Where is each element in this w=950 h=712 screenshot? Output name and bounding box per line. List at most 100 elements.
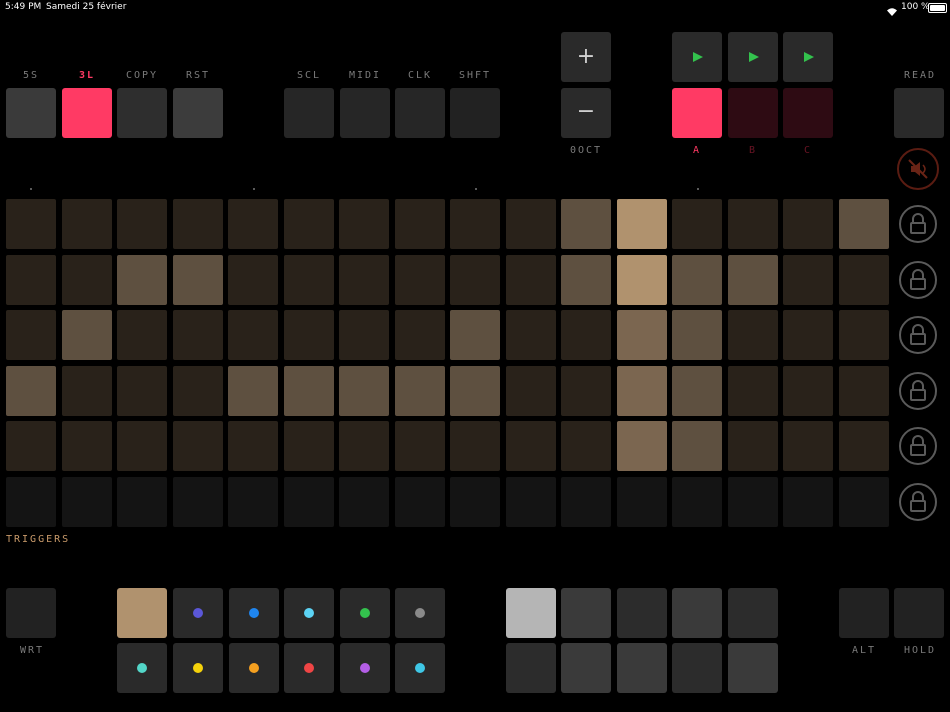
step-cell[interactable]	[6, 365, 56, 416]
step-cell[interactable]	[450, 199, 500, 249]
step-cell[interactable]	[172, 421, 223, 471]
top-button-copy[interactable]	[117, 88, 167, 138]
step-cell[interactable]	[172, 199, 223, 249]
step-cell[interactable]	[6, 254, 56, 305]
step-cell[interactable]	[672, 365, 722, 416]
top-button-rst[interactable]	[173, 88, 223, 138]
step-cell[interactable]	[672, 310, 722, 360]
play-pattern-button[interactable]	[783, 32, 833, 82]
step-cell[interactable]	[61, 365, 112, 416]
step-cell[interactable]	[616, 365, 667, 416]
mute-button[interactable]	[897, 148, 939, 190]
step-cell[interactable]	[672, 476, 722, 527]
step-cell[interactable]	[339, 421, 389, 471]
step-cell[interactable]	[838, 421, 889, 471]
step-cell[interactable]	[228, 254, 278, 305]
step-cell[interactable]	[838, 476, 889, 527]
step-cell[interactable]	[838, 199, 889, 249]
step-cell[interactable]	[117, 199, 167, 249]
velocity-pad[interactable]	[561, 588, 611, 638]
velocity-pad[interactable]	[672, 588, 722, 638]
step-cell[interactable]	[450, 365, 500, 416]
step-cell[interactable]	[672, 421, 722, 471]
write-button[interactable]	[6, 588, 56, 638]
octave-up-button[interactable]: +	[561, 32, 611, 82]
velocity-pad[interactable]	[617, 588, 667, 638]
pattern-b-button[interactable]	[728, 88, 778, 138]
step-cell[interactable]	[505, 476, 556, 527]
step-cell[interactable]	[783, 365, 833, 416]
step-cell[interactable]	[616, 421, 667, 471]
color-select-button[interactable]	[173, 643, 223, 693]
step-cell[interactable]	[117, 421, 167, 471]
step-cell[interactable]	[283, 365, 334, 416]
step-cell[interactable]	[561, 365, 611, 416]
top-button-midi[interactable]	[340, 88, 390, 138]
row-lock-button[interactable]	[899, 371, 937, 410]
step-cell[interactable]	[61, 476, 112, 527]
step-cell[interactable]	[117, 365, 167, 416]
color-select-button[interactable]	[229, 588, 279, 638]
pattern-c-button[interactable]	[783, 88, 833, 138]
step-cell[interactable]	[339, 254, 389, 305]
step-cell[interactable]	[727, 476, 778, 527]
play-pattern-button[interactable]	[672, 32, 722, 82]
step-cell[interactable]	[394, 365, 445, 416]
step-cell[interactable]	[6, 421, 56, 471]
step-cell[interactable]	[228, 476, 278, 527]
top-button-3l[interactable]	[62, 88, 112, 138]
step-cell[interactable]	[339, 365, 389, 416]
color-select-button[interactable]	[340, 588, 390, 638]
color-select-button[interactable]	[173, 588, 223, 638]
step-cell[interactable]	[727, 199, 778, 249]
color-select-button[interactable]	[284, 643, 334, 693]
step-cell[interactable]	[117, 254, 167, 305]
step-cell[interactable]	[61, 199, 112, 249]
step-cell[interactable]	[838, 365, 889, 416]
color-select-button[interactable]	[117, 643, 167, 693]
step-cell[interactable]	[61, 254, 112, 305]
color-select-button[interactable]	[284, 588, 334, 638]
velocity-pad[interactable]	[728, 643, 778, 693]
step-cell[interactable]	[561, 421, 611, 471]
row-lock-button[interactable]	[899, 205, 937, 243]
step-cell[interactable]	[727, 421, 778, 471]
top-button-shft[interactable]	[450, 88, 500, 138]
step-cell[interactable]	[228, 421, 278, 471]
step-cell[interactable]	[616, 476, 667, 527]
step-cell[interactable]	[283, 310, 334, 360]
step-cell[interactable]	[450, 476, 500, 527]
step-cell[interactable]	[783, 310, 833, 360]
velocity-pad[interactable]	[506, 588, 556, 638]
step-cell[interactable]	[117, 310, 167, 360]
step-cell[interactable]	[727, 310, 778, 360]
row-lock-button[interactable]	[899, 260, 937, 299]
step-cell[interactable]	[61, 310, 112, 360]
step-cell[interactable]	[616, 199, 667, 249]
step-cell[interactable]	[672, 254, 722, 305]
step-cell[interactable]	[61, 421, 112, 471]
step-cell[interactable]	[6, 310, 56, 360]
top-button-5s[interactable]	[6, 88, 56, 138]
step-cell[interactable]	[505, 254, 556, 305]
velocity-pad[interactable]	[617, 643, 667, 693]
step-cell[interactable]	[394, 310, 445, 360]
step-cell[interactable]	[6, 199, 56, 249]
step-cell[interactable]	[783, 476, 833, 527]
row-lock-button[interactable]	[899, 427, 937, 465]
step-cell[interactable]	[505, 365, 556, 416]
velocity-pad[interactable]	[561, 643, 611, 693]
step-cell[interactable]	[228, 199, 278, 249]
step-cell[interactable]	[783, 421, 833, 471]
step-cell[interactable]	[838, 254, 889, 305]
hold-button[interactable]	[894, 588, 944, 638]
alt-button[interactable]	[839, 588, 889, 638]
step-cell[interactable]	[394, 254, 445, 305]
octave-down-button[interactable]: −	[561, 88, 611, 138]
step-cell[interactable]	[339, 310, 389, 360]
step-cell[interactable]	[727, 254, 778, 305]
step-cell[interactable]	[561, 254, 611, 305]
step-cell[interactable]	[561, 476, 611, 527]
step-cell[interactable]	[117, 476, 167, 527]
step-cell[interactable]	[672, 199, 722, 249]
